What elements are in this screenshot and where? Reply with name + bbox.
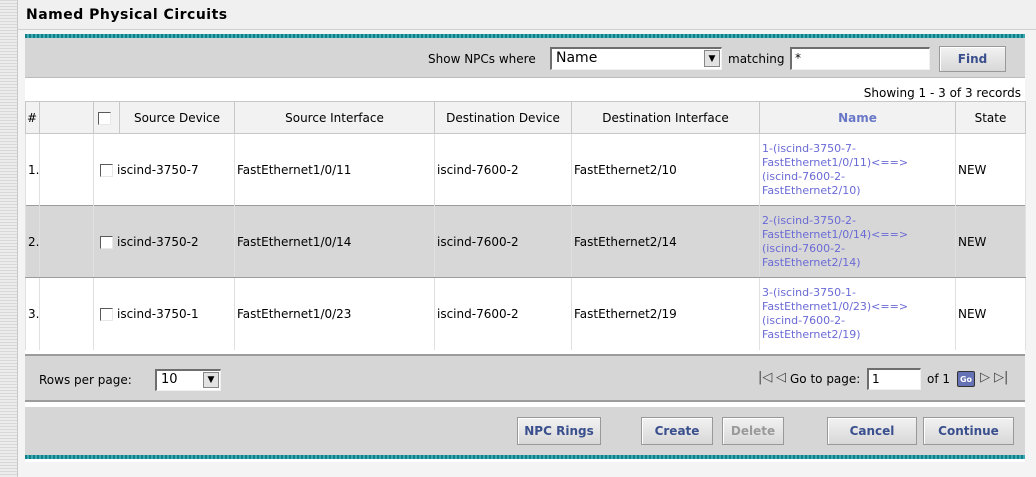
name-line: FastEthernet1/0/14)<==> [762, 227, 909, 241]
next-page-icon[interactable]: ▷ [980, 370, 990, 385]
row-destination-interface: FastEthernet2/10 [571, 133, 760, 206]
name-line: FastEthernet1/0/11)<==> [762, 155, 909, 169]
row-checkbox[interactable] [100, 307, 113, 321]
header-destination-device[interactable]: Destination Device [434, 101, 572, 134]
row-source-interface: FastEthernet1/0/11 [234, 133, 435, 206]
row-spacer [39, 205, 94, 278]
header-select-all [93, 101, 120, 134]
row-checkbox[interactable] [100, 163, 113, 177]
filter-bar: Show NPCs where Name ▼ matching * Find [25, 38, 1025, 78]
table-row: 1. iscind-3750-7 FastEthernet1/0/11 isci… [25, 133, 1026, 206]
records-count: Showing 1 - 3 of 3 records [863, 86, 1021, 100]
bottom-divider [25, 455, 1025, 459]
name-line: FastEthernet2/10) [762, 183, 861, 197]
header-source-device[interactable]: Source Device [119, 101, 235, 134]
name-line: 1-(iscind-3750-7- [762, 141, 857, 155]
create-button[interactable]: Create [641, 417, 713, 445]
pager-bar: Rows per page: 10 ▼ |◁ ◁ Go to page: 1 o… [25, 354, 1025, 402]
row-name-link[interactable]: 3-(iscind-3750-1- FastEthernet1/0/23)<==… [759, 277, 956, 350]
select-all-checkbox[interactable] [98, 111, 111, 125]
matching-label: matching [728, 52, 785, 66]
header-source-interface[interactable]: Source Interface [234, 101, 435, 134]
row-destination-interface: FastEthernet2/14 [571, 205, 760, 278]
row-num: 1. [25, 133, 40, 206]
filter-field-value: Name [556, 50, 598, 66]
delete-button[interactable]: Delete [722, 417, 784, 445]
row-destination-device: iscind-7600-2 [434, 277, 572, 350]
name-line: FastEthernet2/19) [762, 327, 861, 341]
row-source-interface: FastEthernet1/0/23 [234, 277, 435, 350]
row-name-link[interactable]: 1-(iscind-3750-7- FastEthernet1/0/11)<==… [759, 133, 956, 206]
name-line: 3-(iscind-3750-1- [762, 285, 857, 299]
row-num: 3. [25, 277, 40, 350]
rows-per-page-select[interactable]: 10 ▼ [155, 369, 221, 391]
filter-field-select[interactable]: Name ▼ [550, 47, 722, 70]
chevron-down-icon[interactable]: ▼ [203, 372, 219, 388]
row-source-device: iscind-3750-1 [117, 306, 199, 321]
row-source-device: iscind-3750-7 [117, 162, 199, 177]
row-destination-device: iscind-7600-2 [434, 205, 572, 278]
page-number-input[interactable]: 1 [867, 368, 921, 390]
name-line: 2-(iscind-3750-2- [762, 213, 857, 227]
row-source-interface: FastEthernet1/0/14 [234, 205, 435, 278]
row-destination-interface: FastEthernet2/19 [571, 277, 760, 350]
row-state: NEW [955, 133, 1026, 206]
chevron-down-icon[interactable]: ▼ [704, 50, 720, 67]
name-line: (iscind-7600-2- [762, 313, 846, 327]
name-line: (iscind-7600-2- [762, 169, 846, 183]
npc-table: # Source Device Source Interface Destina… [25, 101, 1026, 350]
left-frame-strip [0, 0, 18, 477]
action-bar: NPC Rings Create Delete Cancel Continue [25, 407, 1025, 455]
go-to-page-label: Go to page: [790, 372, 861, 386]
table-row: 2. iscind-3750-2 FastEthernet1/0/14 isci… [25, 205, 1026, 278]
show-label: Show NPCs where [428, 52, 536, 66]
rows-per-page-value: 10 [161, 372, 178, 387]
row-destination-device: iscind-7600-2 [434, 133, 572, 206]
row-state: NEW [955, 277, 1026, 350]
name-line: FastEthernet2/14) [762, 255, 861, 269]
match-input[interactable]: * [790, 47, 930, 70]
row-source-device: iscind-3750-2 [117, 234, 199, 249]
header-num: # [25, 101, 40, 134]
name-line: FastEthernet1/0/23)<==> [762, 299, 909, 313]
row-source-device-cell: iscind-3750-2 [93, 205, 235, 278]
continue-button[interactable]: Continue [923, 417, 1014, 445]
page-title: Named Physical Circuits [26, 7, 228, 23]
row-name-link[interactable]: 2-(iscind-3750-2- FastEthernet1/0/14)<==… [759, 205, 956, 278]
row-state: NEW [955, 205, 1026, 278]
row-spacer [39, 277, 94, 350]
row-source-device-cell: iscind-3750-7 [93, 133, 235, 206]
row-spacer [39, 133, 94, 206]
row-num: 2. [25, 205, 40, 278]
npc-panel: Show NPCs where Name ▼ matching * Find S… [25, 34, 1026, 462]
title-bar: Named Physical Circuits [18, 0, 1036, 30]
name-line: (iscind-7600-2- [762, 241, 846, 255]
first-page-icon[interactable]: |◁ [758, 370, 772, 385]
last-page-icon[interactable]: ▷| [994, 370, 1008, 385]
row-checkbox[interactable] [100, 235, 113, 249]
header-destination-interface[interactable]: Destination Interface [571, 101, 760, 134]
npc-rings-button[interactable]: NPC Rings [517, 417, 601, 445]
header-spacer [39, 101, 94, 134]
find-button[interactable]: Find [939, 46, 1006, 72]
table-row: 3. iscind-3750-1 FastEthernet1/0/23 isci… [25, 277, 1026, 350]
go-button[interactable]: Go [957, 371, 975, 387]
row-source-device-cell: iscind-3750-1 [93, 277, 235, 350]
rows-per-page-label: Rows per page: [39, 373, 132, 387]
page-count-label: of 1 [927, 372, 951, 386]
previous-page-icon[interactable]: ◁ [776, 370, 786, 385]
cancel-button[interactable]: Cancel [827, 417, 917, 445]
header-state[interactable]: State [955, 101, 1026, 134]
header-name[interactable]: Name [759, 101, 956, 134]
